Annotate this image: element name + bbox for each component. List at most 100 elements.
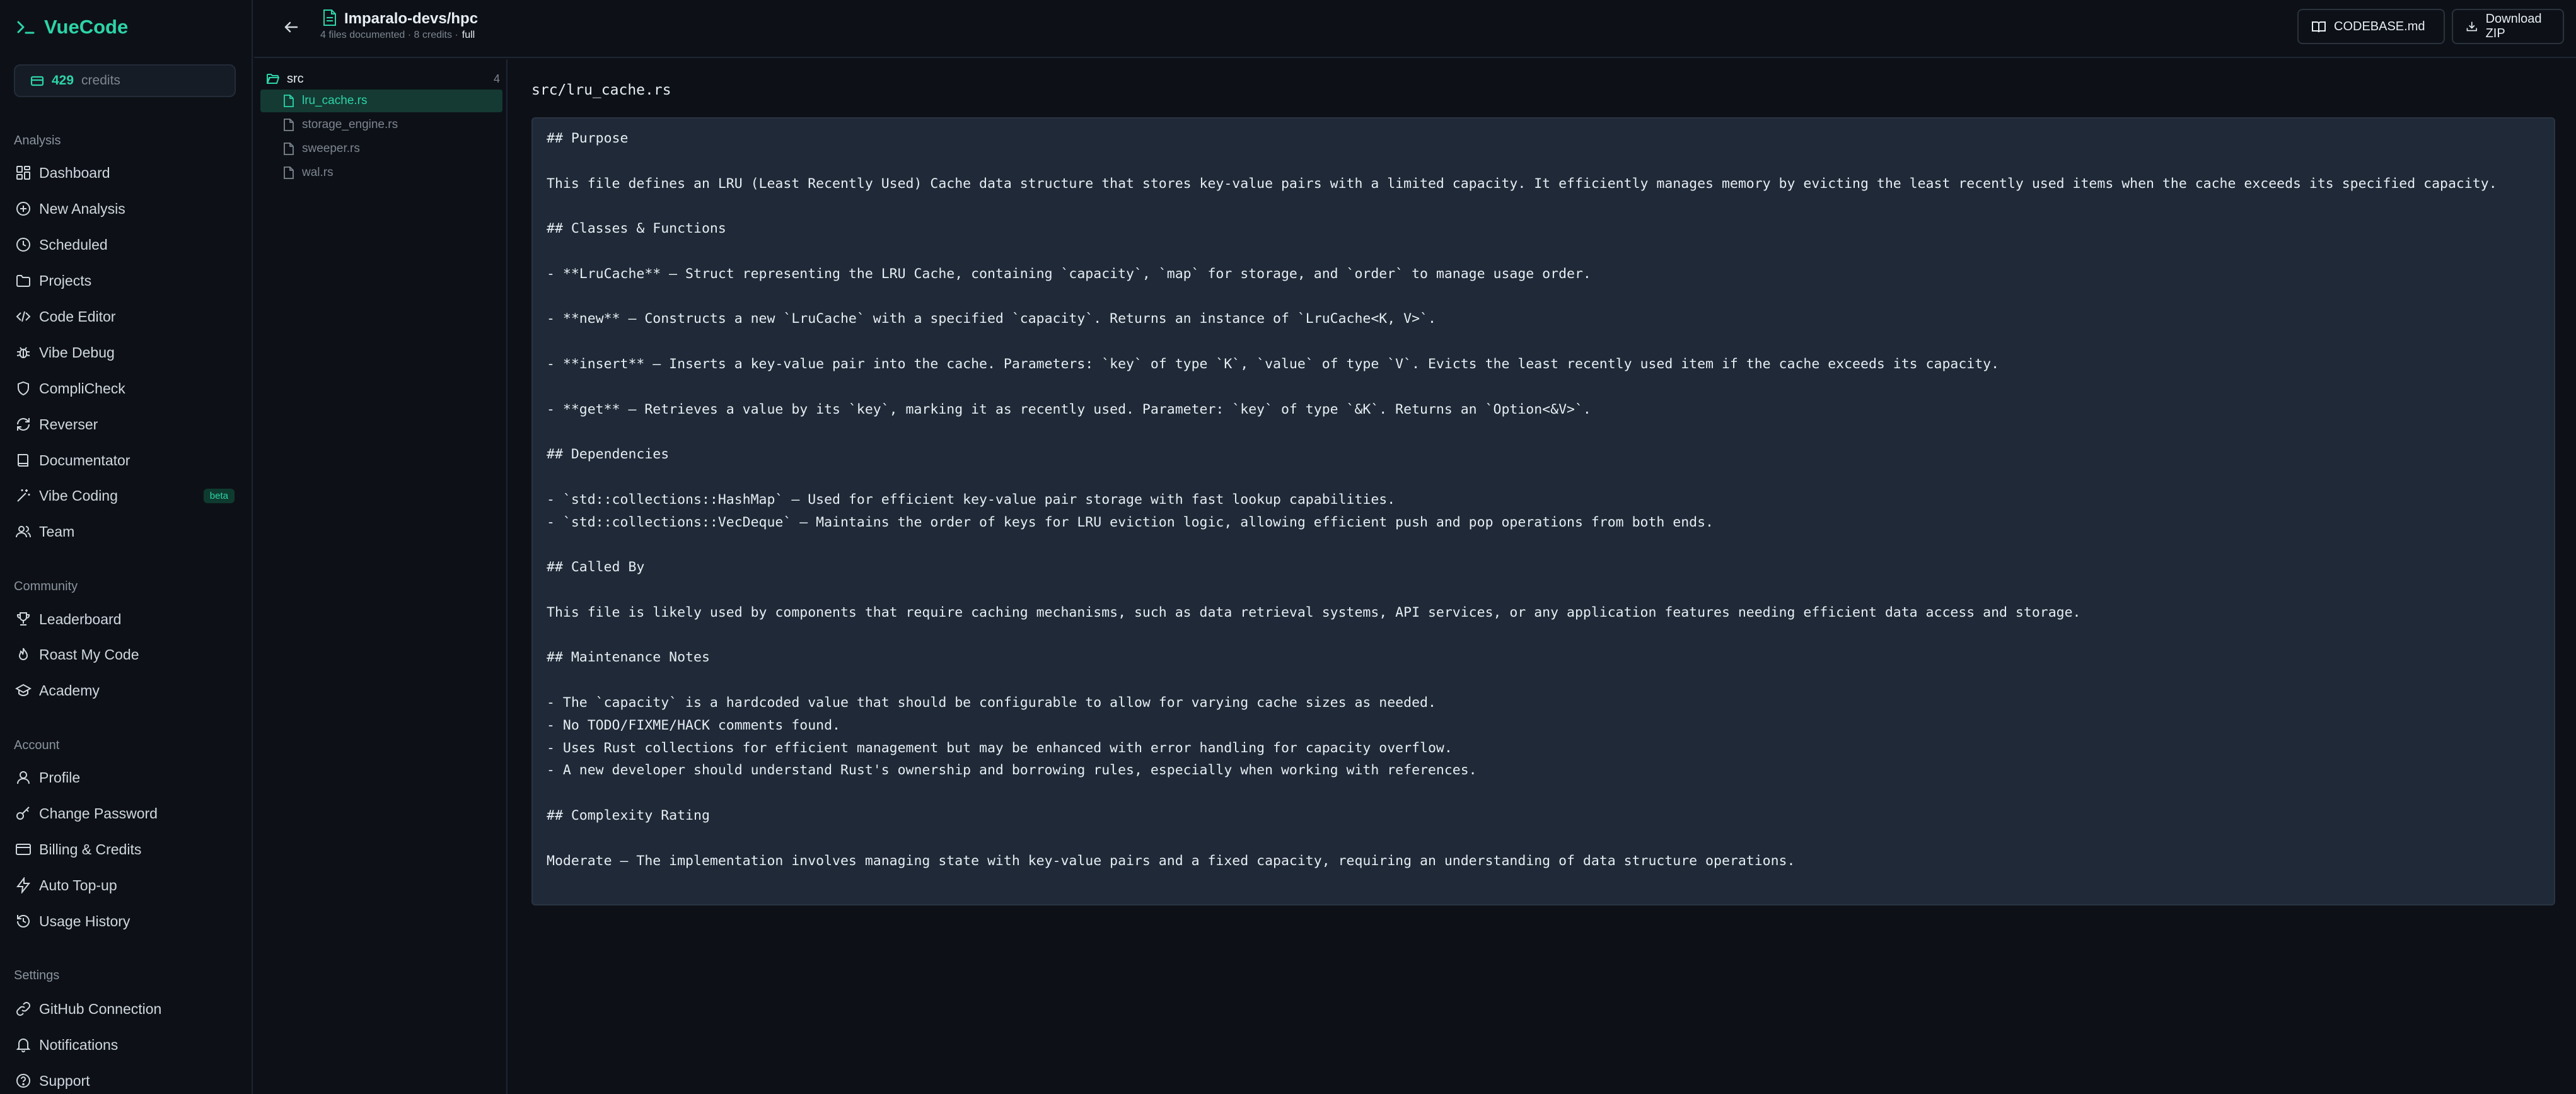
code-icon (16, 311, 31, 322)
mode-tag: full (461, 30, 475, 40)
download-zip-label: Download ZIP (2485, 12, 2542, 40)
sidebar-item-label: Profile (39, 769, 81, 786)
bell-icon (16, 1039, 31, 1052)
sidebar-item-documentator[interactable]: Documentator (14, 446, 240, 474)
history-icon (17, 915, 30, 928)
flame-icon (18, 648, 28, 660)
sidebar-item-label: Notifications (39, 1036, 119, 1053)
sidebar-item-label: GitHub Connection (39, 1000, 162, 1017)
tree-file-sweeper[interactable]: sweeper.rs (260, 137, 502, 160)
sidebar-item-label: New Analysis (39, 200, 125, 217)
app-name: VueCode (44, 16, 129, 38)
file-name: lru_cache.rs (302, 94, 368, 107)
sidebar-item-vibe-coding[interactable]: Vibe Coding beta (14, 482, 240, 509)
credits-label: credits (81, 73, 120, 88)
sidebar-item-scheduled[interactable]: Scheduled (14, 231, 240, 259)
file-name: sweeper.rs (302, 142, 360, 155)
sidebar-item-label: Auto Top-up (39, 876, 117, 893)
wand-icon (17, 489, 30, 502)
link-icon (16, 1002, 30, 1016)
sidebar-item-label: Leaderboard (39, 610, 122, 627)
book-open-icon (2312, 21, 2326, 33)
back-arrow-icon[interactable] (281, 16, 302, 38)
trophy-icon (16, 612, 30, 626)
sidebar-item-label: Code Editor (39, 308, 116, 325)
tree-file-wal[interactable]: wal.rs (260, 161, 502, 184)
sidebar-item-label: Billing & Credits (39, 841, 142, 858)
folder-icon (16, 275, 30, 287)
sidebar-item-label: Academy (39, 682, 100, 699)
sidebar-item-notifications[interactable]: Notifications (14, 1031, 240, 1059)
file-icon (284, 166, 294, 179)
help-icon (16, 1074, 30, 1088)
sidebar-item-profile[interactable]: Profile (14, 764, 240, 791)
bug-icon (16, 347, 30, 358)
top-bar: Imparalo-devs/hpc 4 files documented · 8… (254, 0, 2576, 58)
sidebar-item-label: Documentator (39, 451, 131, 468)
sidebar-item-label: Roast My Code (39, 646, 139, 663)
credits-value: 429 (52, 73, 74, 88)
sidebar-item-reverser[interactable]: Reverser (14, 410, 240, 438)
sidebar-item-label: Usage History (39, 912, 131, 929)
file-tree-panel: src 4 lru_cache.rs storage_engine.rs swe… (254, 59, 508, 1094)
plus-circle-icon (16, 202, 30, 216)
sidebar-item-vibe-debug[interactable]: Vibe Debug (14, 339, 240, 366)
repo-stats: 4 files documented · 8 credits · (320, 30, 458, 40)
codebase-md-button[interactable]: CODEBASE.md (2297, 9, 2445, 44)
sidebar-item-complicheck[interactable]: CompliCheck (14, 375, 240, 402)
folder-name: src (287, 71, 304, 86)
section-label-analysis: Analysis (14, 134, 61, 148)
section-label-account: Account (14, 738, 60, 752)
codebase-md-label: CODEBASE.md (2334, 19, 2425, 33)
sidebar-item-academy[interactable]: Academy (14, 677, 240, 704)
sidebar-item-auto-top-up[interactable]: Auto Top-up (14, 871, 240, 899)
sidebar-item-usage-history[interactable]: Usage History (14, 907, 240, 935)
sidebar-item-roast-my-code[interactable]: Roast My Code (14, 641, 240, 668)
tree-folder-src[interactable]: src 4 (267, 68, 500, 90)
download-zip-button[interactable]: Download ZIP (2452, 9, 2564, 44)
sidebar-item-dashboard[interactable]: Dashboard (14, 159, 240, 187)
file-icon (284, 119, 294, 131)
dashboard-icon (16, 166, 30, 180)
tree-file-lru-cache[interactable]: lru_cache.rs (260, 90, 502, 112)
clock-icon (16, 238, 30, 252)
key-icon (16, 806, 30, 820)
file-name: wal.rs (302, 166, 334, 179)
sidebar-item-code-editor[interactable]: Code Editor (14, 303, 240, 330)
credits-pill[interactable]: 429 credits (14, 64, 236, 97)
sidebar-item-label: Dashboard (39, 164, 110, 181)
graduation-icon (15, 684, 32, 697)
sidebar-item-support[interactable]: Support (14, 1067, 240, 1094)
download-icon (2466, 21, 2477, 32)
wallet-icon (30, 76, 44, 86)
sidebar-item-label: CompliCheck (39, 380, 125, 397)
file-icon (284, 95, 294, 107)
sidebar-item-github-connection[interactable]: GitHub Connection (14, 995, 240, 1023)
folder-open-icon (267, 74, 279, 84)
sidebar-item-projects[interactable]: Projects (14, 267, 240, 294)
file-name: storage_engine.rs (302, 118, 398, 131)
sidebar-item-label: Vibe Debug (39, 344, 115, 361)
zap-icon (16, 877, 31, 893)
repo-title: Imparalo-devs/hpc (344, 10, 479, 27)
document-content: ## Purpose This file defines an LRU (Lea… (547, 131, 2497, 869)
users-icon (16, 526, 31, 538)
section-label-community: Community (14, 579, 78, 593)
terminal-icon (17, 21, 35, 34)
user-icon (17, 771, 30, 784)
book-icon (18, 454, 28, 467)
sidebar-item-team[interactable]: Team (14, 518, 240, 545)
card-icon (16, 844, 31, 855)
sidebar-item-leaderboard[interactable]: Leaderboard (14, 605, 240, 633)
shield-icon (18, 381, 29, 396)
document-path: src/lru_cache.rs (531, 82, 671, 98)
brand[interactable]: VueCode (16, 14, 128, 40)
reverse-icon (17, 418, 30, 431)
section-label-settings: Settings (14, 969, 60, 982)
file-icon (284, 143, 294, 155)
document-viewer[interactable]: ## Purpose This file defines an LRU (Lea… (531, 117, 2555, 905)
sidebar-item-new-analysis[interactable]: New Analysis (14, 195, 240, 223)
tree-file-storage-engine[interactable]: storage_engine.rs (260, 113, 502, 136)
sidebar-item-change-password[interactable]: Change Password (14, 800, 240, 827)
sidebar-item-billing[interactable]: Billing & Credits (14, 835, 240, 863)
